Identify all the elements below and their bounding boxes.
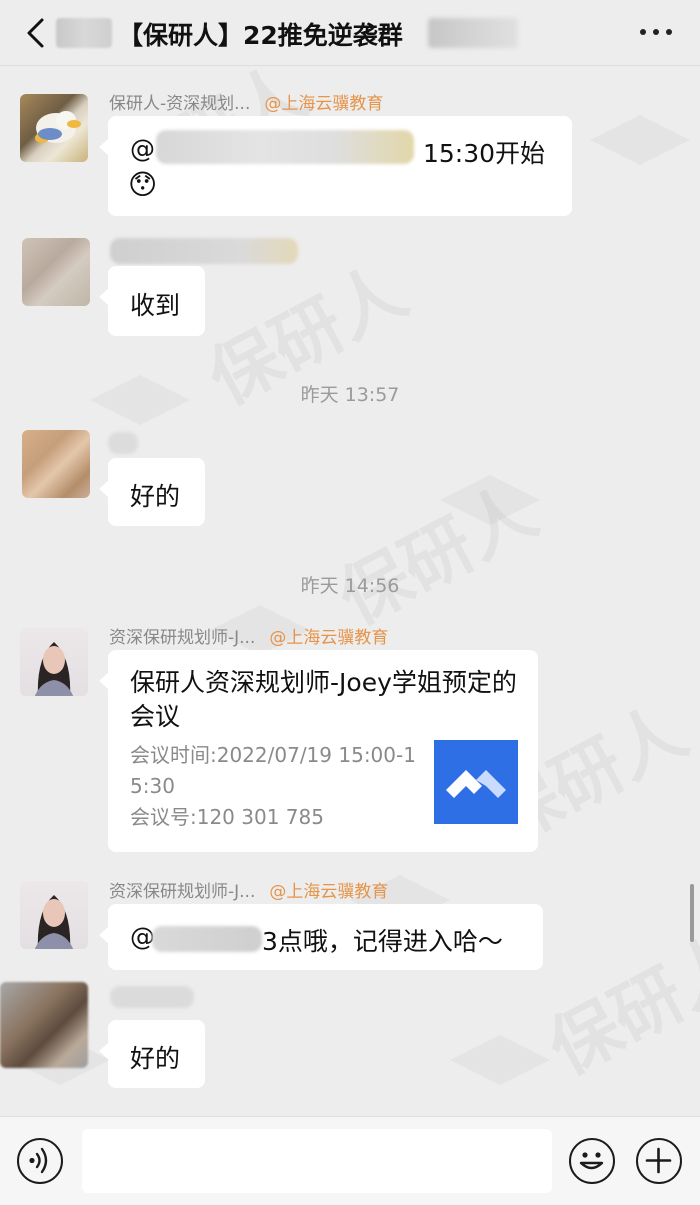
avatar[interactable] bbox=[22, 430, 90, 498]
emoji-button[interactable] bbox=[569, 1138, 615, 1184]
voice-button[interactable] bbox=[17, 1138, 63, 1184]
more-button[interactable] bbox=[636, 26, 676, 40]
meeting-id: 会议号:120 301 785 bbox=[130, 805, 324, 829]
avatar-image bbox=[34, 895, 74, 949]
sender-name-text: 资深保研规划师-J... bbox=[109, 882, 256, 902]
mention-prefix: @ bbox=[130, 134, 155, 163]
message-text: 15:30开始 bbox=[423, 139, 546, 168]
avatar[interactable] bbox=[20, 94, 88, 162]
timestamp: 昨天 13:57 bbox=[300, 384, 400, 406]
back-button[interactable] bbox=[22, 16, 52, 50]
message-bubble[interactable]: @ 15:30开始 😯 bbox=[99, 116, 572, 216]
redacted-area bbox=[110, 238, 298, 264]
avatar[interactable] bbox=[0, 982, 88, 1068]
meeting-logo-icon bbox=[434, 740, 518, 824]
sender-name-text: 资深保研规划师-J... bbox=[109, 628, 256, 648]
redacted-area bbox=[428, 18, 518, 48]
redacted-area bbox=[152, 926, 262, 952]
graduation-cap-icon bbox=[430, 460, 550, 540]
message-text: 好的 bbox=[130, 1044, 181, 1073]
sender-org: @上海云骥教育 bbox=[264, 94, 384, 114]
redacted-area bbox=[156, 130, 414, 164]
sender-name: 资深保研规划师-J... @上海云骥教育 bbox=[109, 623, 388, 648]
sender-org: @上海云骥教育 bbox=[269, 882, 389, 902]
meeting-title: 保研人资深规划师-Joey学姐预定的会议 bbox=[130, 668, 517, 731]
message-text: 收到 bbox=[130, 291, 181, 320]
watermark-text: 保研人 bbox=[529, 907, 700, 1095]
watermark-text: 保研人 bbox=[319, 457, 552, 645]
sender-name-text: 保研人-资深规划... bbox=[109, 94, 251, 114]
astonished-emoji-icon: 😯 bbox=[128, 168, 158, 201]
meeting-time: 会议时间:2022/07/19 15:00-15:30 bbox=[130, 743, 416, 798]
scrollbar[interactable] bbox=[690, 884, 694, 942]
redacted-area bbox=[56, 18, 112, 48]
graduation-cap-icon bbox=[440, 1020, 560, 1100]
chat-header: 【保研人】22推免逆袭群 bbox=[0, 0, 700, 66]
timestamp: 昨天 14:56 bbox=[300, 575, 400, 597]
message-text: 好的 bbox=[130, 482, 181, 511]
graduation-cap-icon bbox=[580, 100, 700, 180]
more-dot bbox=[653, 29, 659, 35]
sender-name: 保研人-资深规划... @上海云骥教育 bbox=[109, 89, 383, 114]
smiley-icon bbox=[579, 1152, 604, 1170]
message-bubble[interactable]: @ 3点哦，记得进入哈～ bbox=[99, 904, 543, 970]
more-dot bbox=[666, 29, 672, 35]
meeting-card[interactable]: 保研人资深规划师-Joey学姐预定的会议 会议时间:2022/07/19 15:… bbox=[99, 650, 538, 852]
avatar-image bbox=[35, 111, 81, 143]
message-bubble[interactable]: 收到 bbox=[99, 266, 205, 336]
avatar[interactable] bbox=[22, 238, 90, 306]
chevron-left-icon bbox=[27, 18, 44, 48]
plus-icon bbox=[645, 1147, 672, 1174]
chat-title: 【保研人】22推免逆袭群 bbox=[118, 21, 403, 50]
message-bubble[interactable]: 好的 bbox=[99, 1020, 205, 1088]
more-dot bbox=[640, 29, 646, 35]
message-text: 3点哦，记得进入哈～ bbox=[262, 927, 503, 956]
avatar[interactable] bbox=[20, 881, 88, 949]
sender-name: 资深保研规划师-J... @上海云骥教育 bbox=[109, 877, 388, 902]
avatar-image bbox=[34, 642, 74, 696]
avatar[interactable] bbox=[20, 628, 88, 696]
plus-button[interactable] bbox=[636, 1138, 682, 1184]
sender-org: @上海云骥教育 bbox=[269, 628, 389, 648]
input-bar bbox=[0, 1116, 700, 1205]
voice-icon bbox=[29, 1147, 48, 1174]
redacted-area bbox=[110, 986, 194, 1008]
tencent-meeting-icon bbox=[446, 770, 506, 798]
redacted-area bbox=[108, 432, 138, 454]
message-bubble[interactable]: 好的 bbox=[99, 458, 205, 526]
message-input[interactable] bbox=[82, 1129, 552, 1193]
